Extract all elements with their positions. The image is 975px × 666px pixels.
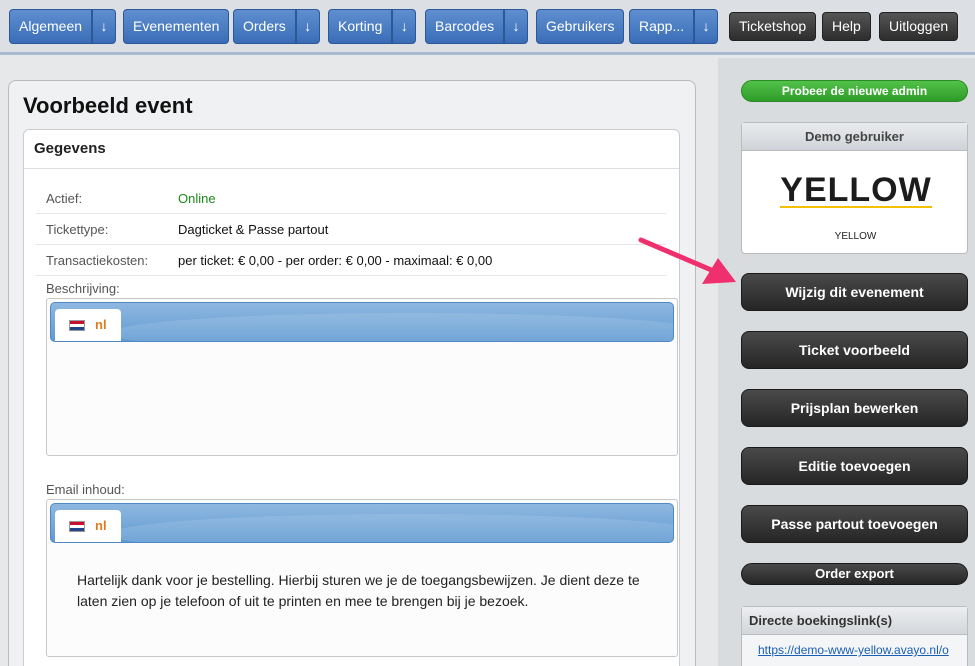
sidebar: Probeer de nieuwe admin Demo gebruiker Y… [718,58,975,666]
nav-menu-korting: Korting ↓ [328,9,417,44]
nav-button-gebruikers[interactable]: Gebruikers [536,9,625,44]
nav-menu-rapportages: Rapp... ↓ [629,9,719,44]
add-season-pass-button[interactable]: Passe partout toevoegen [741,505,968,543]
detail-row-actief: Actief: Online [36,183,666,214]
nav-menu-evenementen: Evenementen [123,9,230,44]
description-editor: nl [46,298,678,456]
card-title: Gegevens [34,140,106,157]
arrow-down-icon[interactable]: ↓ [295,9,320,44]
nav-menu-gebruikers: Gebruikers [536,9,625,44]
edit-pricing-button[interactable]: Prijsplan bewerken [741,389,968,427]
language-tab-nl[interactable]: nl [55,510,121,542]
nav-button-barcodes[interactable]: Barcodes [425,9,505,44]
description-label: Beschrijving: [46,281,120,296]
language-tab-nl[interactable]: nl [55,309,121,341]
nav-button-evenementen[interactable]: Evenementen [123,9,230,44]
email-text[interactable]: Hartelijk dank voor je bestelling. Hierb… [77,570,657,612]
tabbar-decoration [111,514,673,542]
details-card: Gegevens Actief: Online Tickettype: Dagt… [23,129,680,666]
arrow-down-icon[interactable]: ↓ [92,9,117,44]
add-edition-button[interactable]: Editie toevoegen [741,447,968,485]
booking-links-header: Directe boekingslink(s) [742,607,967,635]
status-value: Online [178,191,216,206]
detail-label: Transactiekosten: [46,253,149,268]
order-export-button[interactable]: Order export [741,563,968,585]
edit-event-button[interactable]: Wijzig dit evenement [741,273,968,311]
ticket-preview-button[interactable]: Ticket voorbeeld [741,331,968,369]
nav-menu-barcodes: Barcodes ↓ [425,9,529,44]
annotation-arrow-icon [638,237,736,284]
help-button[interactable]: Help [822,12,871,41]
booking-links-card: Directe boekingslink(s) https://demo-www… [741,606,968,666]
try-new-admin-button[interactable]: Probeer de nieuwe admin [741,80,968,102]
email-label: Email inhoud: [46,482,125,497]
booking-link[interactable]: https://demo-www-yellow.avayo.nl/o [758,643,963,657]
demo-user-header: Demo gebruiker [742,123,967,151]
nav-menu-algemeen: Algemeen ↓ [9,9,117,44]
language-tabbar: nl [50,503,674,543]
detail-row-transactiekosten: Transactiekosten: per ticket: € 0,00 - p… [36,245,666,276]
language-code: nl [95,317,107,332]
language-tabbar: nl [50,302,674,342]
divider [24,168,679,169]
logout-button[interactable]: Uitloggen [879,12,959,41]
logo-underline [780,206,932,208]
page-title: Voorbeeld event [23,93,193,118]
detail-label: Tickettype: [46,222,109,237]
top-navigation: Algemeen ↓ Evenementen Orders ↓ Korting … [0,0,975,55]
nav-button-orders[interactable]: Orders [233,9,296,44]
detail-row-tickettype: Tickettype: Dagticket & Passe partout [36,214,666,245]
netherlands-flag-icon [69,320,85,331]
nav-button-korting[interactable]: Korting [328,9,393,44]
arrow-down-icon[interactable]: ↓ [504,9,529,44]
nav-button-algemeen[interactable]: Algemeen [9,9,93,44]
event-panel: Voorbeeld event Gegevens Actief: Online … [8,80,696,666]
nav-menu-orders: Orders ↓ [233,9,320,44]
arrow-down-icon[interactable]: ↓ [392,9,417,44]
company-logo: YELLOW [780,171,932,209]
demo-user-name: YELLOW [834,231,877,242]
tabbar-decoration [111,313,673,341]
arrow-down-icon[interactable]: ↓ [694,9,719,44]
detail-label: Actief: [46,191,83,206]
logo-text: YELLOW [780,171,931,209]
detail-value: per ticket: € 0,00 - per order: € 0,00 -… [178,253,493,268]
demo-user-card: Demo gebruiker YELLOW YELLOW [741,122,968,254]
detail-value: Dagticket & Passe partout [178,222,329,237]
email-editor: nl Hartelijk dank voor je bestelling. Hi… [46,499,678,657]
nav-button-rapportages[interactable]: Rapp... [629,9,695,44]
netherlands-flag-icon [69,521,85,532]
language-code: nl [95,518,107,533]
ticketshop-button[interactable]: Ticketshop [729,12,817,41]
